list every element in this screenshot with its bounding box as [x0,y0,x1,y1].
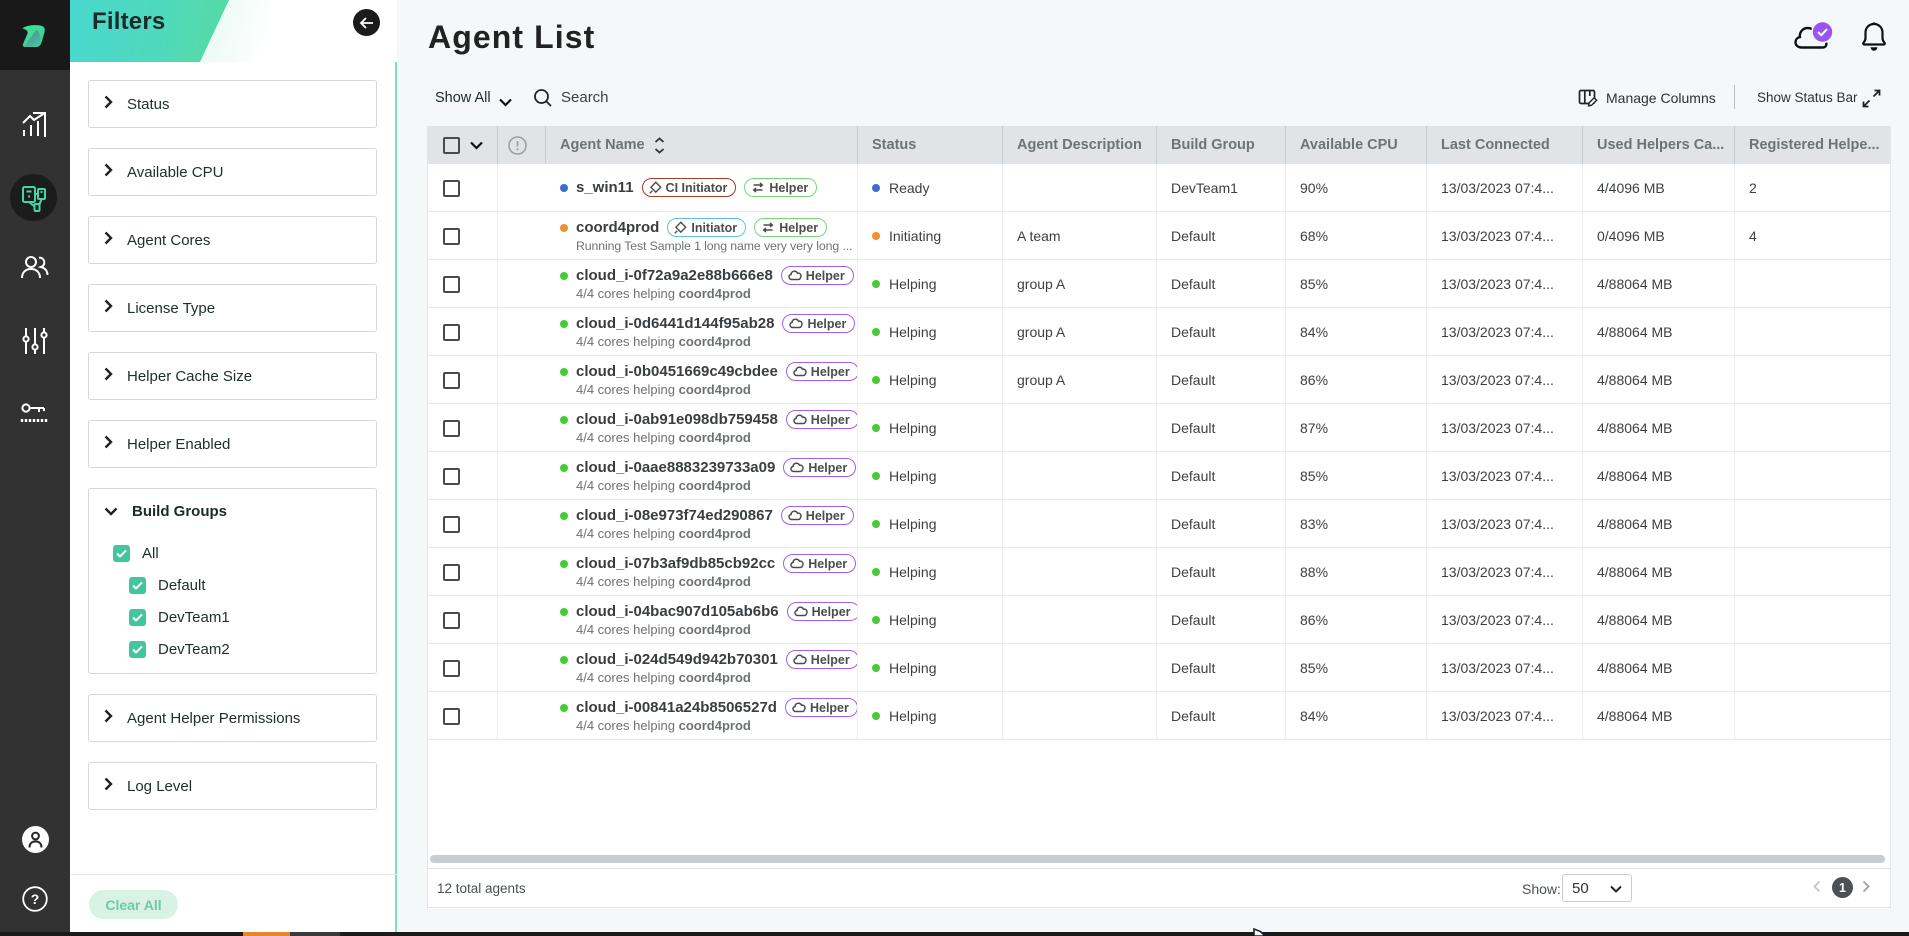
svg-text:?: ? [31,891,40,907]
